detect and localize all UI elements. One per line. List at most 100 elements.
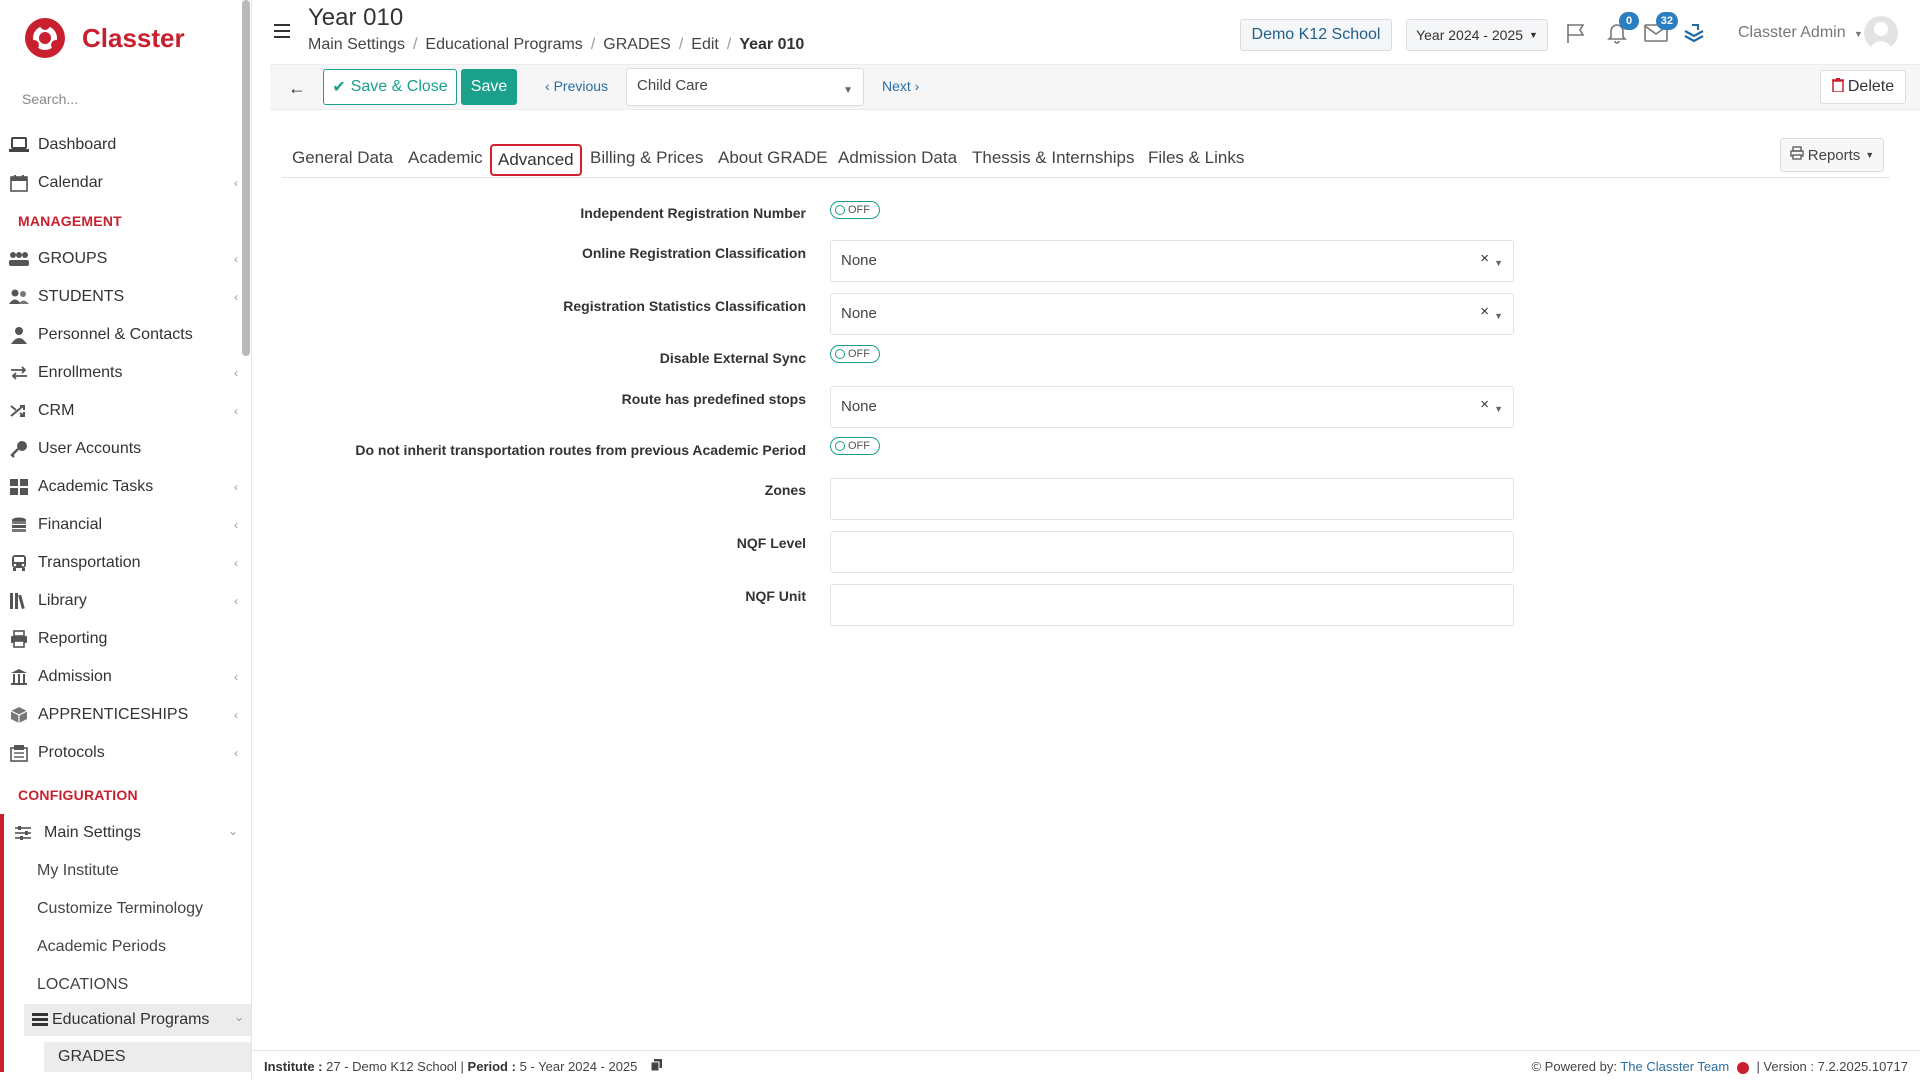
sidebar-item-label: Transportation — [38, 554, 141, 571]
chevron-left-icon: ‹ — [234, 746, 238, 760]
tab-admission-data[interactable]: Admission Data — [838, 148, 957, 168]
breadcrumb-grades[interactable]: GRADES — [603, 36, 671, 54]
online-registration-classification-label: Online Registration Classification — [581, 245, 806, 261]
sidebar-item-calendar[interactable]: Calendar ‹ — [0, 164, 248, 202]
messages-envelope-icon[interactable]: 32 — [1642, 12, 1678, 46]
toggle-state: OFF — [848, 204, 870, 216]
sidebar-item-academic-periods[interactable]: Academic Periods — [4, 928, 248, 966]
reports-label: Reports — [1807, 146, 1861, 164]
sync-layers-icon[interactable] — [1680, 20, 1708, 46]
sidebar-item-crm[interactable]: CRM ‹ — [0, 392, 248, 430]
zones-input[interactable] — [830, 478, 1514, 520]
tab-advanced[interactable]: Advanced — [490, 144, 582, 176]
online-registration-classification-select[interactable]: None × ▼ — [830, 240, 1514, 282]
sidebar-item-admission[interactable]: Admission ‹ — [0, 658, 248, 696]
do-not-inherit-routes-toggle[interactable]: OFF — [830, 437, 880, 455]
year-selector-button[interactable]: Year 2024 - 2025 ▼ — [1406, 19, 1548, 51]
footer-context: Institute : 27 - Demo K12 School | Perio… — [264, 1059, 663, 1074]
sidebar-item-label: Personnel & Contacts — [38, 326, 193, 343]
sidebar-item-main-settings[interactable]: Main Settings ⌄ — [4, 814, 248, 852]
sidebar-item-label: Library — [38, 592, 87, 609]
sidebar-item-grades[interactable]: GRADES — [44, 1042, 251, 1072]
clear-icon[interactable]: × — [1480, 303, 1489, 320]
sidebar-item-financial[interactable]: Financial ‹ — [0, 506, 248, 544]
registration-statistics-classification-select[interactable]: None × ▼ — [830, 293, 1514, 335]
independent-registration-number-toggle[interactable]: OFF — [830, 201, 880, 219]
chevron-right-icon: › — [910, 78, 920, 94]
breadcrumb-educational-programs[interactable]: Educational Programs — [425, 36, 582, 54]
breadcrumb-main-settings[interactable]: Main Settings — [308, 36, 405, 54]
sidebar-item-groups[interactable]: GROUPS ‹ — [0, 240, 248, 278]
sidebar-item-locations[interactable]: LOCATIONS — [4, 966, 248, 1004]
clear-icon[interactable]: × — [1480, 396, 1489, 413]
sidebar-item-educational-programs[interactable]: Educational Programs ⌄ — [24, 1004, 251, 1036]
chevron-left-icon: ‹ — [234, 480, 238, 494]
next-link[interactable]: Next › — [882, 78, 919, 94]
sidebar-nav: Dashboard Calendar ‹ MANAGEMENT GROUPS ‹… — [0, 126, 251, 1072]
toggle-knob — [835, 205, 845, 215]
tab-files-links[interactable]: Files & Links — [1148, 148, 1244, 168]
sidebar-item-label: Reporting — [38, 630, 108, 647]
classter-team-link[interactable]: The Classter Team — [1620, 1059, 1729, 1074]
tab-general-data[interactable]: General Data — [292, 148, 393, 168]
caret-down-icon: ▼ — [1529, 30, 1538, 40]
chevron-left-icon: ‹ — [234, 708, 238, 722]
tab-about-grade[interactable]: About GRADE — [718, 148, 828, 168]
copy-icon[interactable] — [650, 1059, 663, 1074]
disable-external-sync-toggle[interactable]: OFF — [830, 345, 880, 363]
sidebar-item-label: Protocols — [38, 744, 105, 761]
sidebar-scrollbar[interactable] — [242, 0, 250, 356]
sidebar-item-customize-terminology[interactable]: Customize Terminology — [4, 890, 248, 928]
sidebar-item-apprenticeships[interactable]: APPRENTICESHIPS ‹ — [0, 696, 248, 734]
tab-academic[interactable]: Academic — [408, 148, 483, 168]
reports-button[interactable]: Reports ▼ — [1780, 138, 1884, 172]
sidebar-item-academic-tasks[interactable]: Academic Tasks ‹ — [0, 468, 248, 506]
list-icon — [32, 1013, 48, 1027]
save-and-close-label: Save & Close — [350, 78, 448, 95]
sidebar-item-protocols[interactable]: Protocols ‹ — [0, 734, 248, 772]
powered-by-label: Powered by: — [1544, 1059, 1617, 1074]
copyright-icon: © — [1531, 1059, 1542, 1074]
delete-button[interactable]: Delete — [1820, 70, 1906, 104]
save-button[interactable]: Save — [461, 69, 517, 105]
select-value: None — [841, 305, 877, 322]
school-selector-button[interactable]: Demo K12 School — [1240, 19, 1392, 51]
user-menu[interactable]: Classter Admin ▼ — [1738, 24, 1863, 42]
back-arrow-icon[interactable]: ← — [282, 73, 312, 103]
avatar[interactable] — [1864, 16, 1898, 50]
sidebar-item-dashboard[interactable]: Dashboard — [0, 126, 248, 164]
sidebar-item-transportation[interactable]: Transportation ‹ — [0, 544, 248, 582]
period-value: 5 - Year 2024 - 2025 — [519, 1059, 638, 1074]
clear-icon[interactable]: × — [1480, 250, 1489, 267]
classter-logo[interactable]: Classter — [22, 10, 185, 66]
tab-thessis-internships[interactable]: Thessis & Internships — [972, 148, 1135, 168]
section-management: MANAGEMENT — [18, 213, 122, 229]
notifications-bell-icon[interactable]: 0 — [1603, 12, 1639, 46]
sidebar-item-reporting[interactable]: Reporting — [0, 620, 248, 658]
groups-icon — [8, 249, 30, 269]
tab-billing-prices[interactable]: Billing & Prices — [590, 148, 703, 168]
sidebar-item-my-institute[interactable]: My Institute — [4, 852, 248, 890]
sidebar-item-enrollments[interactable]: Enrollments ‹ — [0, 354, 248, 392]
breadcrumb-edit[interactable]: Edit — [691, 36, 719, 54]
nqf-level-input[interactable] — [830, 531, 1514, 573]
sidebar-item-personnel[interactable]: Personnel & Contacts — [0, 316, 248, 354]
flag-icon[interactable] — [1562, 20, 1590, 46]
classter-logo-icon — [25, 18, 65, 58]
registration-statistics-classification-label: Registration Statistics Classification — [563, 298, 806, 314]
save-and-close-button[interactable]: ✔ Save & Close — [323, 69, 457, 105]
next-label: Next — [882, 78, 911, 94]
previous-link[interactable]: ‹ Previous — [545, 78, 608, 94]
grade-selector-dropdown[interactable]: Child Care ▼ — [626, 68, 864, 106]
sidebar-item-students[interactable]: STUDENTS ‹ — [0, 278, 248, 316]
sidebar-item-label: APPRENTICESHIPS — [38, 706, 189, 723]
sidebar-search-input[interactable] — [10, 82, 232, 116]
top-header: Year 010 Main Settings / Educational Prog… — [252, 0, 1920, 62]
route-predefined-stops-select[interactable]: None × ▼ — [830, 386, 1514, 428]
logo-text: Classter — [82, 22, 185, 53]
nqf-unit-input[interactable] — [830, 584, 1514, 626]
sidebar-item-library[interactable]: Library ‹ — [0, 582, 248, 620]
sidebar-item-user-accounts[interactable]: User Accounts — [0, 430, 248, 468]
students-icon — [8, 287, 30, 307]
hamburger-menu-icon[interactable] — [274, 24, 290, 42]
